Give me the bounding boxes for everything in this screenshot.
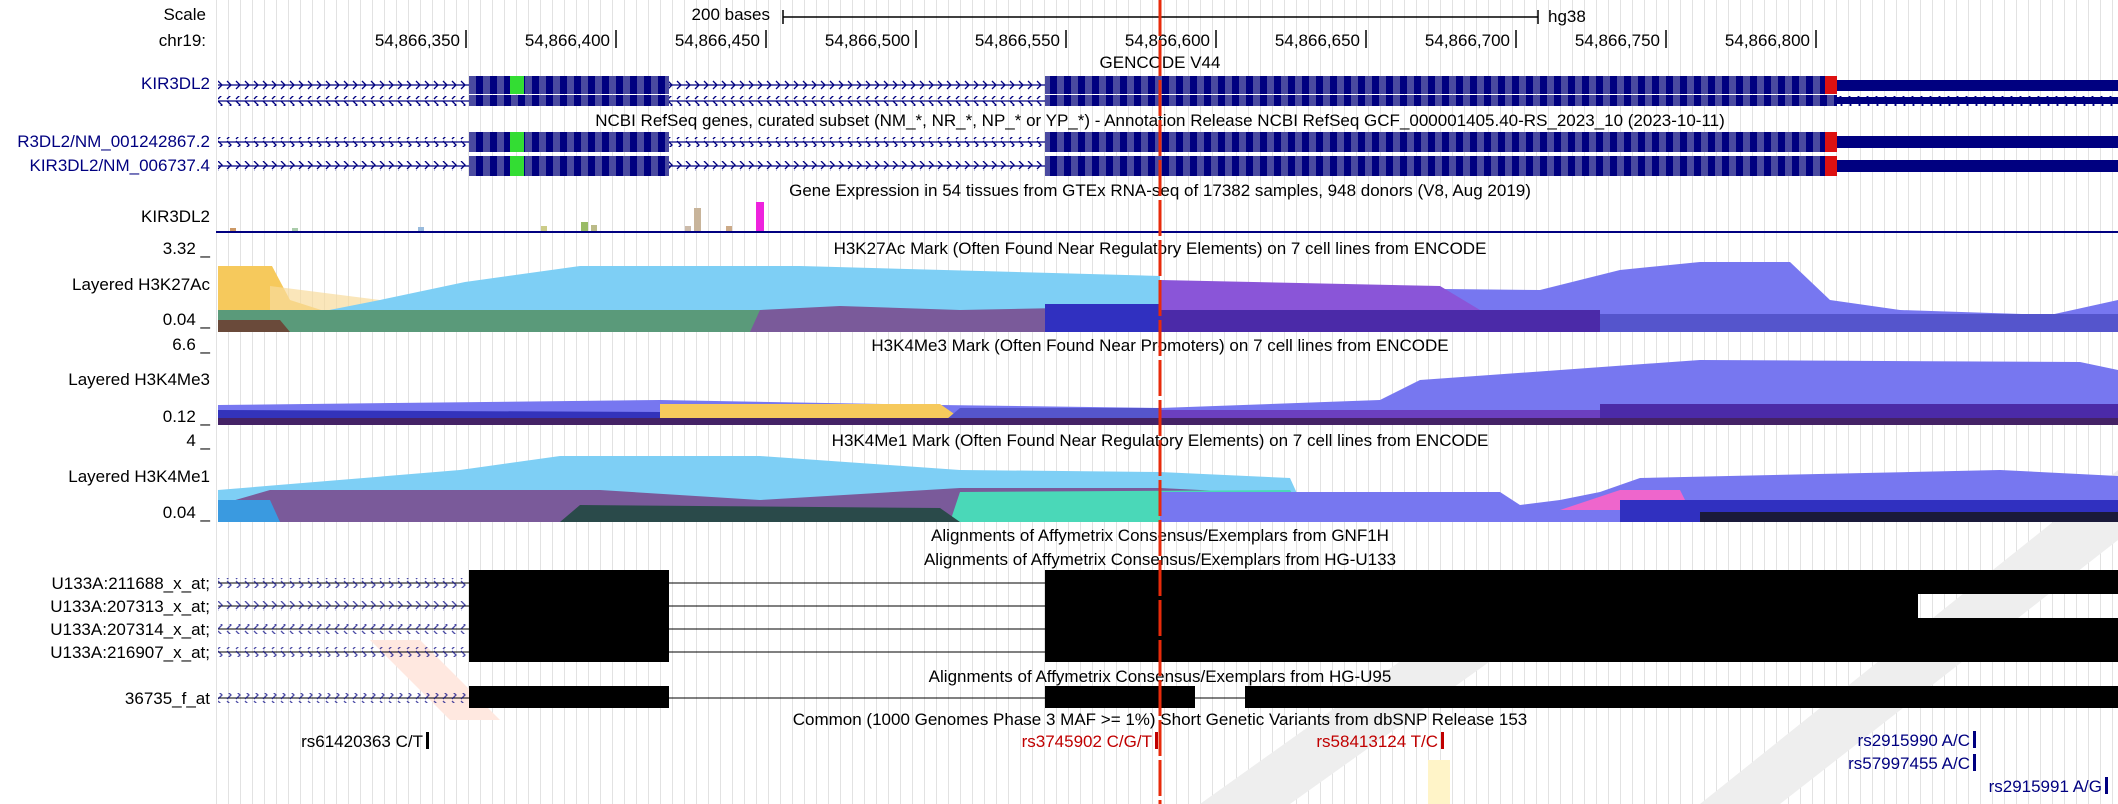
- svg-text:rs61420363 C/T: rs61420363 C/T: [301, 732, 423, 751]
- svg-text:rs3745902 C/G/T: rs3745902 C/G/T: [1022, 732, 1152, 751]
- refseq-label-2[interactable]: KIR3DL2/NM_006737.4: [29, 156, 210, 175]
- ruler-tick-label: 54,866,600: [1125, 31, 1210, 50]
- gencode-transcript-2[interactable]: [218, 95, 2118, 106]
- h3k27ac-track-label[interactable]: Layered H3K27Ac: [72, 275, 210, 294]
- ruler-tick-label: 54,866,750: [1575, 31, 1660, 50]
- h3k27ac-min-label: 0.04 _: [163, 310, 211, 329]
- hgu133-alignment-4[interactable]: [218, 640, 2118, 662]
- snp-variant[interactable]: rs58413124 T/C: [1316, 732, 1444, 751]
- hgu95-item-label[interactable]: 36735_f_at: [125, 689, 210, 708]
- h3k27ac-max-label: 3.32 _: [163, 239, 211, 258]
- h3k4me1-track-label[interactable]: Layered H3K4Me1: [68, 467, 210, 486]
- ruler-tick-label: 54,866,400: [525, 31, 610, 50]
- chrom-label: chr19:: [159, 31, 206, 50]
- gtex-track-label[interactable]: KIR3DL2: [141, 207, 210, 226]
- ruler-tick-label: 54,866,650: [1275, 31, 1360, 50]
- svg-text:rs58413124 T/C: rs58413124 T/C: [1316, 732, 1438, 751]
- scale-label: Scale: [163, 5, 206, 24]
- gencode-transcript-1[interactable]: [218, 76, 2118, 94]
- ruler-tick-label: 54,866,800: [1725, 31, 1810, 50]
- h3k4me1-min-label: 0.04 _: [163, 503, 211, 522]
- hgu133-item-label[interactable]: U133A:216907_x_at;: [50, 643, 210, 662]
- ruler-tick-label: 54,866,450: [675, 31, 760, 50]
- scale-bar-label: 200 bases: [692, 5, 770, 24]
- genome-browser-view: Scale 200 bases hg38 chr19: 54,866,350 54…: [17, 0, 2118, 804]
- refseq-transcript-1[interactable]: [218, 132, 2118, 152]
- ruler-tick-label: 54,866,700: [1425, 31, 1510, 50]
- hgu133-alignment-2[interactable]: [218, 594, 1918, 618]
- svg-text:rs57997455 A/C: rs57997455 A/C: [1848, 754, 1970, 773]
- snp-variant[interactable]: rs61420363 C/T: [301, 732, 429, 751]
- h3k4me3-max-label: 6.6 _: [172, 335, 210, 354]
- hgu133-item-label[interactable]: U133A:207313_x_at;: [50, 597, 210, 616]
- hgu95-alignment[interactable]: [218, 686, 2118, 708]
- h3k4me1-max-label: 4 _: [186, 431, 210, 450]
- h3k4me3-track-label[interactable]: Layered H3K4Me3: [68, 370, 210, 389]
- ruler-tick-label: 54,866,500: [825, 31, 910, 50]
- svg-text:rs2915991 A/G: rs2915991 A/G: [1989, 777, 2102, 796]
- hgu133-item-label[interactable]: U133A:211688_x_at;: [52, 574, 210, 593]
- h3k4me3-min-label: 0.12 _: [163, 407, 211, 426]
- ruler-tick-label: 54,866,350: [375, 31, 460, 50]
- refseq-label-1[interactable]: R3DL2/NM_001242867.2: [17, 132, 210, 151]
- hgu133-alignment-1[interactable]: [218, 570, 2118, 594]
- hgu133-alignment-3[interactable]: [218, 618, 2118, 640]
- svg-text:rs2915990 A/C: rs2915990 A/C: [1858, 731, 1970, 750]
- snp-variant[interactable]: rs3745902 C/G/T: [1022, 732, 1158, 751]
- snp-variant[interactable]: rs2915990 A/C: [1858, 731, 1976, 750]
- genome-assembly: hg38: [1548, 7, 1586, 26]
- gencode-track-label[interactable]: KIR3DL2: [141, 74, 210, 93]
- snp-variant[interactable]: rs2915991 A/G: [1989, 777, 2108, 796]
- ruler-tick-label: 54,866,550: [975, 31, 1060, 50]
- refseq-transcript-2[interactable]: [218, 156, 2118, 176]
- hgu133-item-label[interactable]: U133A:207314_x_at;: [50, 620, 210, 639]
- watermark-shape: [1428, 760, 1450, 804]
- snp-variant[interactable]: rs57997455 A/C: [1848, 754, 1976, 773]
